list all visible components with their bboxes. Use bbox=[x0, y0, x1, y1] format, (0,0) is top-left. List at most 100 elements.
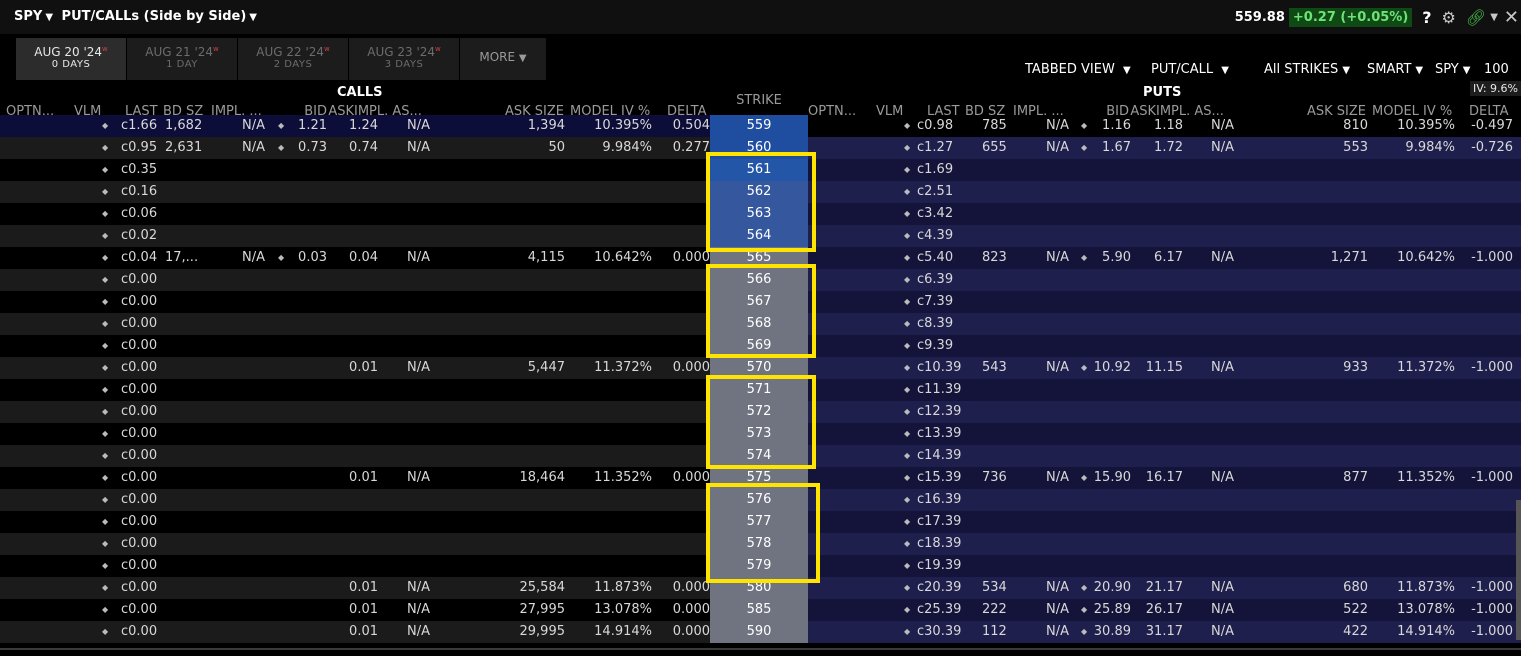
put-ask-cell[interactable]: 26.17 bbox=[1113, 599, 1183, 621]
put-last-cell[interactable]: c10.39 bbox=[917, 357, 961, 379]
call-last-cell[interactable]: c0.00 bbox=[121, 621, 157, 643]
put-asksize-cell[interactable]: 553 bbox=[1298, 137, 1368, 159]
put-delta-cell[interactable]: -1.000 bbox=[1443, 357, 1513, 379]
call-delta-cell[interactable]: 0.504 bbox=[640, 115, 710, 137]
call-delta-cell[interactable]: 0.277 bbox=[640, 137, 710, 159]
call-ask-cell[interactable]: 0.01 bbox=[308, 467, 378, 489]
tab-expiry-aug-23[interactable]: AUG 23 '24w 3 DAYS bbox=[349, 38, 459, 80]
call-delta-cell[interactable]: 0.000 bbox=[640, 357, 710, 379]
call-last-cell[interactable]: c0.00 bbox=[121, 401, 157, 423]
put-last-cell[interactable]: c25.39 bbox=[917, 599, 961, 621]
call-last-cell[interactable]: c0.00 bbox=[121, 445, 157, 467]
put-ask-cell[interactable]: 21.17 bbox=[1113, 577, 1183, 599]
chevron-down-icon[interactable]: ▼ bbox=[1490, 12, 1498, 23]
put-last-cell[interactable]: c4.39 bbox=[917, 225, 953, 247]
scrollbar[interactable] bbox=[1516, 500, 1521, 640]
put-last-cell[interactable]: c3.42 bbox=[917, 203, 953, 225]
call-last-cell[interactable]: c0.00 bbox=[121, 533, 157, 555]
put-ask-cell[interactable]: 6.17 bbox=[1113, 247, 1183, 269]
call-last-cell[interactable]: c0.00 bbox=[121, 423, 157, 445]
put-impla-cell[interactable]: N/A bbox=[1211, 467, 1234, 489]
call-impla-cell[interactable]: N/A bbox=[407, 137, 430, 159]
put-ask-cell[interactable]: 11.15 bbox=[1113, 357, 1183, 379]
call-ask-cell[interactable]: 0.01 bbox=[308, 357, 378, 379]
put-last-cell[interactable]: c9.39 bbox=[917, 335, 953, 357]
call-impla-cell[interactable]: N/A bbox=[407, 599, 430, 621]
put-impla-cell[interactable]: N/A bbox=[1211, 621, 1234, 643]
call-last-cell[interactable]: c0.95 bbox=[121, 137, 157, 159]
call-asksize-cell[interactable]: 1,394 bbox=[495, 115, 565, 137]
call-asksize-cell[interactable]: 50 bbox=[495, 137, 565, 159]
table-row[interactable]: 559 ◆ ◆ ◆ ◆ c1.66 1,682 N/A 1.21 1.24 N/A 1,394 10.3… bbox=[0, 115, 1521, 137]
put-impla-cell[interactable]: N/A bbox=[1211, 137, 1234, 159]
underlying-dropdown[interactable]: SPY ▼ bbox=[1435, 62, 1470, 78]
put-impl-cell[interactable]: N/A bbox=[999, 137, 1069, 159]
call-last-cell[interactable]: c0.04 bbox=[121, 247, 157, 269]
put-last-cell[interactable]: c16.39 bbox=[917, 489, 961, 511]
put-asksize-cell[interactable]: 810 bbox=[1298, 115, 1368, 137]
put-impl-cell[interactable]: N/A bbox=[999, 467, 1069, 489]
call-asksize-cell[interactable]: 27,995 bbox=[495, 599, 566, 621]
call-last-cell[interactable]: c0.00 bbox=[121, 467, 157, 489]
call-ask-cell[interactable]: 1.24 bbox=[308, 115, 378, 137]
strikes-dropdown[interactable]: All STRIKES ▼ bbox=[1264, 62, 1350, 78]
put-last-cell[interactable]: c1.27 bbox=[917, 137, 953, 159]
tab-expiry-aug-22[interactable]: AUG 22 '24w 2 DAYS bbox=[238, 38, 348, 80]
put-last-cell[interactable]: c7.39 bbox=[917, 291, 953, 313]
call-impl-cell[interactable]: N/A bbox=[195, 115, 265, 137]
put-last-cell[interactable]: c6.39 bbox=[917, 269, 953, 291]
call-last-cell[interactable]: c0.00 bbox=[121, 313, 157, 335]
put-last-cell[interactable]: c2.51 bbox=[917, 181, 953, 203]
call-ask-cell[interactable]: 0.01 bbox=[308, 577, 378, 599]
put-last-cell[interactable]: c17.39 bbox=[917, 511, 961, 533]
put-last-cell[interactable]: c11.39 bbox=[917, 379, 961, 401]
call-delta-cell[interactable]: 0.000 bbox=[640, 247, 710, 269]
strike-cell[interactable]: 585 bbox=[710, 599, 808, 621]
call-ask-cell[interactable]: 0.01 bbox=[308, 621, 378, 643]
put-impla-cell[interactable]: N/A bbox=[1211, 357, 1234, 379]
strike-cell[interactable]: 559 bbox=[710, 115, 808, 137]
call-last-cell[interactable]: c0.06 bbox=[121, 203, 157, 225]
call-impla-cell[interactable]: N/A bbox=[407, 115, 430, 137]
call-last-cell[interactable]: c1.66 bbox=[121, 115, 157, 137]
call-last-cell[interactable]: c0.00 bbox=[121, 291, 157, 313]
call-last-cell[interactable]: c0.00 bbox=[121, 555, 157, 577]
call-bdsz-cell[interactable]: 17,... bbox=[165, 247, 198, 269]
call-asksize-cell[interactable]: 29,995 bbox=[495, 621, 566, 643]
put-impl-cell[interactable]: N/A bbox=[999, 357, 1069, 379]
table-row[interactable]: 585 ◆ ◆ ◆ c0.00 0.01 N/A 27,995 13.078% 0.000 c25.… bbox=[0, 599, 1521, 621]
put-last-cell[interactable]: c19.39 bbox=[917, 555, 961, 577]
call-last-cell[interactable]: c0.16 bbox=[121, 181, 157, 203]
call-impla-cell[interactable]: N/A bbox=[407, 577, 430, 599]
call-last-cell[interactable]: c0.00 bbox=[121, 577, 157, 599]
chevron-down-icon[interactable]: ▼ bbox=[249, 12, 257, 23]
put-last-cell[interactable]: c15.39 bbox=[917, 467, 961, 489]
put-last-cell[interactable]: c13.39 bbox=[917, 423, 961, 445]
call-ask-cell[interactable]: 0.04 bbox=[308, 247, 378, 269]
call-impla-cell[interactable]: N/A bbox=[407, 621, 430, 643]
put-ask-cell[interactable]: 1.72 bbox=[1113, 137, 1183, 159]
gear-icon[interactable]: ⚙ bbox=[1442, 8, 1456, 27]
call-last-cell[interactable]: c0.00 bbox=[121, 599, 157, 621]
call-ask-cell[interactable]: 0.74 bbox=[308, 137, 378, 159]
strike-cell[interactable]: 590 bbox=[710, 621, 808, 643]
put-delta-cell[interactable]: -1.000 bbox=[1443, 467, 1513, 489]
put-last-cell[interactable]: c1.69 bbox=[917, 159, 953, 181]
call-last-cell[interactable]: c0.00 bbox=[121, 335, 157, 357]
put-asksize-cell[interactable]: 680 bbox=[1298, 577, 1368, 599]
put-impl-cell[interactable]: N/A bbox=[999, 621, 1069, 643]
tabbed-view-dropdown[interactable]: TABBED VIEW ▼ bbox=[1025, 62, 1131, 78]
put-last-cell[interactable]: c20.39 bbox=[917, 577, 961, 599]
put-asksize-cell[interactable]: 933 bbox=[1298, 357, 1368, 379]
call-delta-cell[interactable]: 0.000 bbox=[640, 621, 710, 643]
put-delta-cell[interactable]: -0.497 bbox=[1443, 115, 1513, 137]
put-impla-cell[interactable]: N/A bbox=[1211, 247, 1234, 269]
call-last-cell[interactable]: c0.00 bbox=[121, 511, 157, 533]
put-asksize-cell[interactable]: 422 bbox=[1298, 621, 1368, 643]
call-asksize-cell[interactable]: 18,464 bbox=[495, 467, 566, 489]
put-ask-cell[interactable]: 31.17 bbox=[1113, 621, 1183, 643]
put-delta-cell[interactable]: -1.000 bbox=[1443, 577, 1513, 599]
close-icon[interactable]: ✕ bbox=[1504, 7, 1519, 28]
call-asksize-cell[interactable]: 5,447 bbox=[495, 357, 565, 379]
put-last-cell[interactable]: c30.39 bbox=[917, 621, 961, 643]
